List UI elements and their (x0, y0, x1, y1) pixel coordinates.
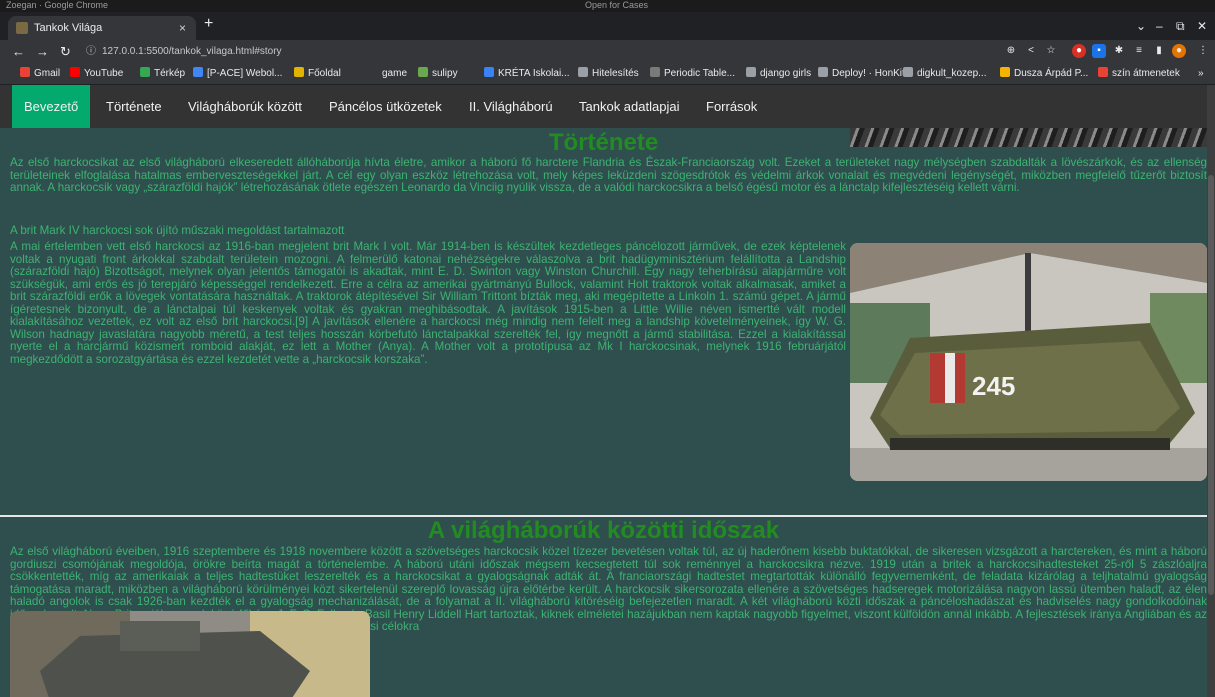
minimize-icon[interactable]: – (1156, 16, 1163, 36)
bookmark-maps[interactable]: Térkép (140, 64, 185, 84)
nav-tankok-adatlapjai[interactable]: Tankok adatlapjai (567, 85, 691, 128)
dusza-icon (1000, 67, 1010, 77)
site-navbar: Bevezető Története Világháborúk között P… (0, 85, 1207, 128)
os-top-strip: Zoegan · Google Chrome Open for Cases (0, 0, 1215, 12)
pace-icon (193, 67, 203, 77)
extension-red-icon[interactable]: ● (1072, 44, 1086, 58)
bookmark-kreta[interactable]: KRÉTA Iskolai... (484, 64, 570, 84)
nav-vilaghaboruk-kozott[interactable]: Világháborúk között (176, 85, 314, 128)
fooldal-icon (294, 67, 304, 77)
mark-iv-tank-image: 245 (850, 243, 1207, 481)
nav-forrasok[interactable]: Források (694, 85, 769, 128)
sulipy-icon (418, 67, 428, 77)
bookmark-game[interactable]: game (368, 64, 407, 84)
maps-icon (140, 67, 150, 77)
bookmark-digkult[interactable]: digkult_kozep... (903, 64, 987, 84)
bookmark-dusza[interactable]: Dusza Árpád P... (1000, 64, 1088, 84)
tank-favicon-icon (16, 22, 28, 34)
story-paragraph-1: Az első harckocsikat az első világháború… (10, 156, 1207, 194)
reload-icon[interactable]: ↻ (60, 40, 71, 64)
url-bar[interactable]: ⓘ 127.0.0.1:5500/tankok_vilaga.html#story (86, 40, 282, 64)
tab-search-icon[interactable]: ⌄ (1136, 16, 1146, 36)
bookmark-star-icon[interactable]: ☆ (1044, 44, 1058, 58)
panzer-turret (120, 621, 200, 651)
os-title: Zoegan · Google Chrome (6, 0, 109, 10)
tab-strip: Tankok Világa × + ⌄ – ⧉ ✕ (0, 12, 1215, 40)
site-info-icon[interactable]: ⓘ (86, 46, 96, 57)
szin-atmenetek-icon (1098, 67, 1108, 77)
bookmark-deploy-honkit[interactable]: Deploy! · HonKit (818, 64, 905, 84)
tank-number: 245 (972, 371, 1015, 401)
menu-kebab-icon[interactable]: ⋮ (1196, 44, 1210, 58)
kreta-icon (484, 67, 494, 77)
browser-tab[interactable]: Tankok Világa × (8, 16, 196, 40)
bookmark-hitelesites[interactable]: Hitelesítés (578, 64, 639, 84)
scrollbar-thumb[interactable] (1208, 175, 1214, 595)
restore-icon[interactable]: ⧉ (1176, 16, 1185, 36)
nav-bevezeto[interactable]: Bevezető (12, 85, 91, 128)
nav-pancelos-utkozetek[interactable]: Páncélos ütközetek (317, 85, 454, 128)
url-text: 127.0.0.1:5500/tankok_vilaga.html#story (102, 46, 282, 57)
forward-icon[interactable]: → (36, 40, 49, 64)
bookmark-pace[interactable]: [P-ACE] Webol... (193, 64, 282, 84)
window-close-icon[interactable]: ✕ (1197, 16, 1207, 36)
bookmarks-overflow-icon[interactable]: » (1198, 64, 1204, 84)
tank-side-panel (880, 341, 1180, 435)
bookmark-gmail[interactable]: Gmail (20, 64, 60, 84)
tab-close-icon[interactable]: × (179, 16, 186, 40)
extensions-puzzle-icon[interactable]: ✱ (1112, 44, 1126, 58)
folder-icon (746, 67, 756, 77)
os-center-text: Open for Cases (585, 0, 649, 10)
game-icon (368, 67, 378, 77)
story-paragraph-2: A mai értelemben vett első harckocsi az … (10, 240, 846, 366)
panzer-tank-illustration (10, 611, 370, 697)
page-scrollbar[interactable] (1207, 85, 1215, 697)
periodic-table-icon (650, 67, 660, 77)
mark-iv-tank-illustration: 245 (850, 243, 1207, 481)
bookmark-sulipy[interactable]: sulipy (418, 64, 458, 84)
page-viewport: Bevezető Története Világháborúk között P… (0, 85, 1215, 697)
digkult-icon (903, 67, 913, 77)
youtube-icon (70, 67, 80, 77)
bookmark-periodic-table[interactable]: Periodic Table... (650, 64, 735, 84)
extension-blue-icon[interactable]: ▪ (1092, 44, 1106, 58)
nav-ii-vilaghaboru[interactable]: II. Világháború (457, 85, 565, 128)
tank-white-stripe (945, 353, 955, 403)
bookmark-szin-atmenetek[interactable]: szín átmenetek (1098, 64, 1180, 84)
tank-track (890, 438, 1170, 450)
bookmarks-bar: Gmail YouTube Térkép [P-ACE] Webol... Fő… (0, 64, 1215, 85)
interwar-heading: A világháborúk közötti időszak (427, 517, 780, 544)
bookmark-fooldal[interactable]: Főoldal (294, 64, 341, 84)
new-tab-icon[interactable]: + (204, 14, 213, 34)
interwar-tank-image (10, 611, 370, 697)
back-icon[interactable]: ← (12, 40, 25, 64)
bookmark-youtube[interactable]: YouTube (70, 64, 123, 84)
story-heading: Története (548, 129, 659, 156)
bookmark-django-girls[interactable]: django girls (746, 64, 811, 84)
address-toolbar: ← → ↻ ⓘ 127.0.0.1:5500/tankok_vilaga.html… (0, 40, 1215, 64)
share-icon[interactable]: < (1024, 44, 1038, 58)
folder-icon (818, 67, 828, 77)
gmail-icon (20, 67, 30, 77)
reading-list-icon[interactable]: ≡ (1132, 44, 1146, 58)
hitelesites-icon (578, 67, 588, 77)
ground (850, 448, 1207, 481)
tab-title: Tankok Világa (34, 22, 103, 34)
profile-avatar-icon[interactable]: ● (1172, 44, 1186, 58)
zoom-icon[interactable]: ⊕ (1004, 44, 1018, 58)
side-panel-icon[interactable]: ▮ (1152, 44, 1166, 58)
nav-tortenete[interactable]: Története (94, 85, 174, 128)
story-image-caption: A brit Mark IV harckocsi sok újító műsza… (10, 224, 345, 237)
